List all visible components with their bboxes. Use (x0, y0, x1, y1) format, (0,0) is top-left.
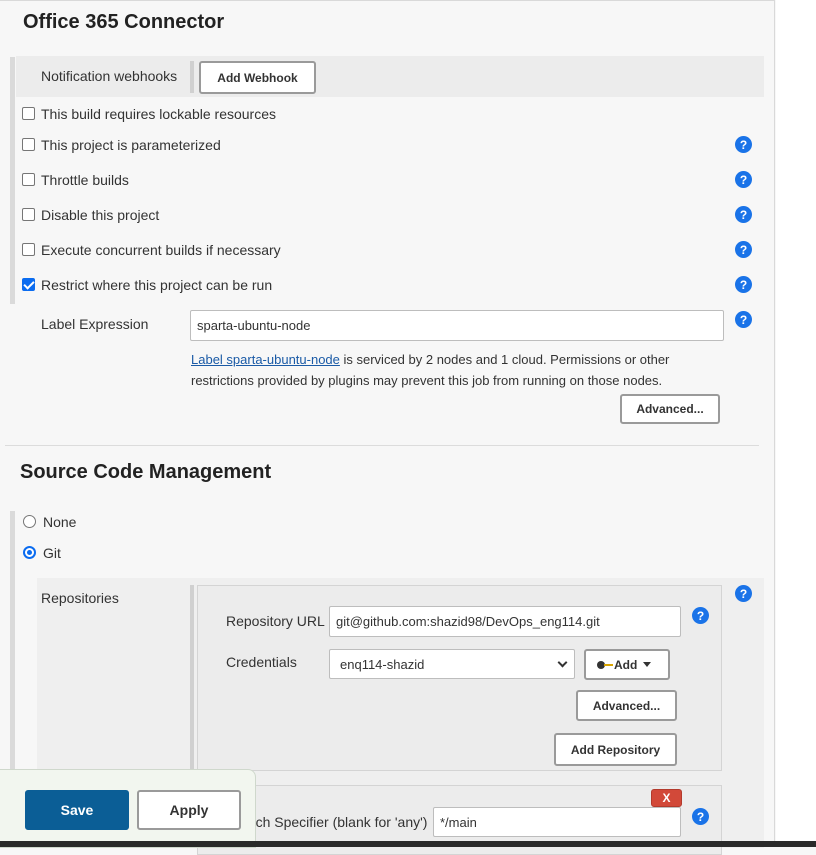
help-icon[interactable]: ? (735, 171, 752, 188)
key-icon (597, 660, 613, 670)
add-credentials-label: Add (614, 657, 638, 672)
divider (190, 61, 194, 93)
option-label: Restrict where this project can be run (41, 277, 273, 293)
label-link[interactable]: Label sparta-ubuntu-node (191, 352, 340, 367)
repo-url-input[interactable]: git@github.com:shazid98/DevOps_eng114.gi… (329, 606, 681, 637)
caret-down-icon (643, 662, 652, 667)
branch-specifier-input[interactable]: */main (433, 807, 681, 837)
scm-none-label: None (43, 514, 77, 530)
save-button[interactable]: Save (25, 790, 129, 830)
parameterized-checkbox[interactable] (22, 138, 35, 151)
label-info-line1: is serviced by 2 nodes and 1 cloud. Perm… (339, 352, 670, 367)
webhooks-label: Notification webhooks (41, 68, 178, 84)
label-expression-label: Label Expression (41, 316, 149, 332)
label-info-text: Label sparta-ubuntu-node is serviced by … (191, 349, 731, 391)
help-icon[interactable]: ? (735, 241, 752, 258)
add-credentials-button[interactable]: Add (584, 649, 670, 680)
option-label: This build requires lockable resources (41, 106, 276, 122)
help-icon[interactable]: ? (735, 585, 752, 602)
right-blank-pane (776, 0, 816, 847)
credentials-select[interactable]: enq114-shazid (329, 649, 575, 679)
chevron-down-icon (557, 657, 568, 667)
scm-none-radio[interactable] (23, 515, 36, 528)
repositories-label: Repositories (41, 590, 119, 606)
label-expression-input[interactable]: sparta-ubuntu-node (190, 310, 724, 341)
scm-title: Source Code Management (20, 461, 272, 483)
help-icon[interactable]: ? (735, 311, 752, 328)
help-icon[interactable]: ? (692, 808, 709, 825)
section-divider (5, 445, 759, 446)
option-label: Disable this project (41, 207, 160, 223)
scm-git-radio[interactable] (23, 546, 36, 559)
label-info-line2: restrictions provided by plugins may pre… (191, 373, 663, 388)
help-icon[interactable]: ? (735, 206, 752, 223)
branch-specifier-label: Branch Specifier (blank for 'any') (226, 814, 428, 830)
apply-button[interactable]: Apply (137, 790, 241, 830)
advanced-button[interactable]: Advanced... (620, 394, 720, 424)
option-label: This project is parameterized (41, 137, 221, 153)
delete-branch-button[interactable]: X (651, 789, 682, 807)
disable-project-checkbox[interactable] (22, 208, 35, 221)
option-label: Execute concurrent builds if necessary (41, 242, 281, 258)
taskbar-edge (0, 841, 816, 847)
add-webhook-button[interactable]: Add Webhook (199, 61, 316, 94)
concurrent-builds-checkbox[interactable] (22, 243, 35, 256)
scm-git-label: Git (43, 545, 61, 561)
credentials-label: Credentials (226, 654, 297, 670)
help-icon[interactable]: ? (735, 276, 752, 293)
config-page: Office 365 Connector Notification webhoo… (0, 0, 775, 855)
section-left-bar (10, 57, 15, 304)
repo-advanced-button[interactable]: Advanced... (576, 690, 677, 721)
lockable-resources-checkbox[interactable] (22, 107, 35, 120)
throttle-builds-checkbox[interactable] (22, 173, 35, 186)
add-repository-button[interactable]: Add Repository (554, 733, 677, 766)
option-label: Throttle builds (41, 172, 129, 188)
office365-title: Office 365 Connector (23, 11, 225, 33)
credentials-value: enq114-shazid (340, 656, 425, 672)
restrict-where-run-checkbox[interactable] (22, 278, 35, 291)
help-icon[interactable]: ? (692, 607, 709, 624)
repo-url-label: Repository URL (226, 613, 325, 629)
help-icon[interactable]: ? (735, 136, 752, 153)
